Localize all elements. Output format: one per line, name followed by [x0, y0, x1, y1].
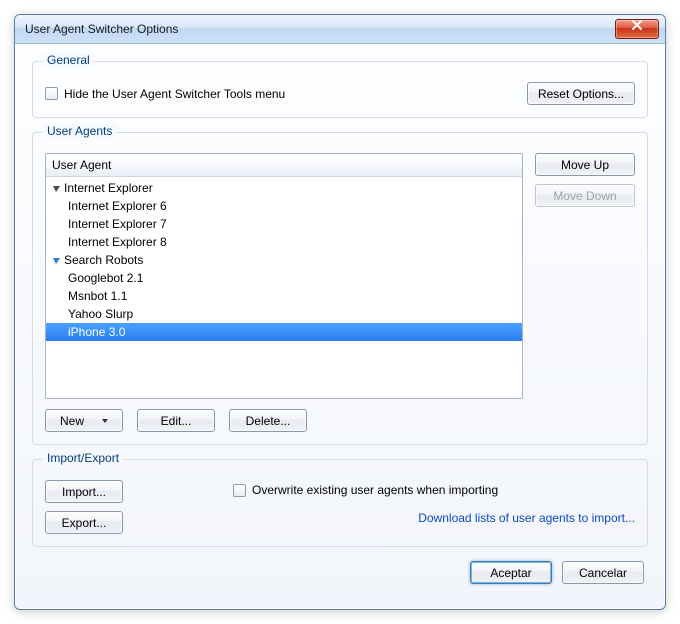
import-export-right: Overwrite existing user agents when impo… — [123, 480, 635, 525]
new-button-label: New — [60, 414, 84, 428]
user-agents-column-header[interactable]: User Agent — [46, 154, 522, 177]
user-agents-legend: User Agents — [43, 124, 116, 138]
titlebar: User Agent Switcher Options — [15, 15, 665, 44]
hide-tools-menu-label: Hide the User Agent Switcher Tools menu — [64, 87, 285, 101]
checkbox-icon — [233, 484, 246, 497]
checkbox-icon — [45, 87, 58, 100]
tree-item[interactable]: Yahoo Slurp — [46, 305, 522, 323]
tree-item[interactable]: Internet Explorer 7 — [46, 215, 522, 233]
move-up-button[interactable]: Move Up — [535, 153, 635, 176]
import-button[interactable]: Import... — [45, 480, 123, 503]
tree-item[interactable]: Googlebot 2.1 — [46, 269, 522, 287]
tree-item[interactable]: Msnbot 1.1 — [46, 287, 522, 305]
client-area: General Hide the User Agent Switcher Too… — [16, 44, 664, 608]
options-dialog: User Agent Switcher Options General Hide… — [14, 14, 666, 610]
new-button[interactable]: New — [45, 409, 123, 432]
tree-item[interactable]: Internet Explorer 8 — [46, 233, 522, 251]
general-legend: General — [43, 53, 94, 67]
cancel-button[interactable]: Cancelar — [562, 561, 644, 584]
import-export-row: Import... Export... Overwrite existing u… — [45, 480, 635, 534]
close-icon — [631, 20, 643, 30]
tree-group-label: Search Robots — [64, 253, 143, 267]
dropdown-caret-icon — [102, 419, 108, 423]
user-agents-group: User Agents User Agent Internet Explorer… — [32, 132, 648, 445]
user-agents-buttons-row: New Edit... Delete... — [45, 409, 635, 432]
window-title: User Agent Switcher Options — [25, 22, 615, 36]
reset-options-button[interactable]: Reset Options... — [527, 82, 635, 105]
user-agents-body: User Agent Internet Explorer Internet Exp… — [45, 153, 635, 399]
move-buttons-column: Move Up Move Down — [535, 153, 635, 207]
user-agents-list[interactable]: User Agent Internet Explorer Internet Exp… — [45, 153, 523, 399]
tree-group[interactable]: Internet Explorer — [46, 179, 522, 197]
expander-icon[interactable] — [52, 256, 61, 265]
hide-tools-menu-checkbox[interactable]: Hide the User Agent Switcher Tools menu — [45, 87, 285, 101]
download-lists-link[interactable]: Download lists of user agents to import.… — [143, 511, 635, 525]
general-group: General Hide the User Agent Switcher Too… — [32, 61, 648, 118]
expander-icon[interactable] — [52, 184, 61, 193]
edit-button[interactable]: Edit... — [137, 409, 215, 432]
import-export-group: Import/Export Import... Export... Overwr… — [32, 459, 648, 547]
dialog-actions: Aceptar Cancelar — [32, 561, 648, 584]
import-export-legend: Import/Export — [43, 451, 123, 465]
tree-group[interactable]: Search Robots — [46, 251, 522, 269]
ok-button[interactable]: Aceptar — [470, 561, 552, 584]
move-down-button[interactable]: Move Down — [535, 184, 635, 207]
overwrite-label: Overwrite existing user agents when impo… — [252, 483, 498, 497]
export-button[interactable]: Export... — [45, 511, 123, 534]
overwrite-checkbox[interactable]: Overwrite existing user agents when impo… — [143, 483, 635, 497]
user-agents-tree: Internet ExplorerInternet Explorer 6Inte… — [46, 177, 522, 343]
tree-group-label: Internet Explorer — [64, 181, 153, 195]
general-row: Hide the User Agent Switcher Tools menu … — [45, 82, 635, 105]
delete-button[interactable]: Delete... — [229, 409, 307, 432]
import-export-buttons: Import... Export... — [45, 480, 123, 534]
tree-item[interactable]: Internet Explorer 6 — [46, 197, 522, 215]
close-button[interactable] — [615, 19, 659, 39]
tree-item[interactable]: iPhone 3.0 — [46, 323, 522, 341]
